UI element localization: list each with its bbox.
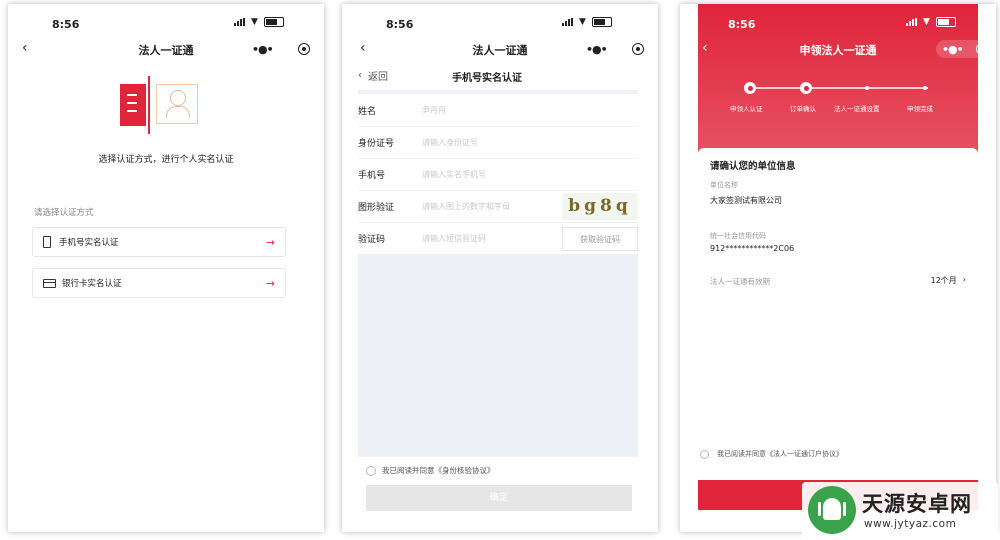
wifi-icon: ▼ (923, 17, 930, 27)
id-card-illustration-icon (120, 76, 202, 134)
step-pending-icon (865, 86, 869, 90)
step-done-icon (800, 82, 812, 94)
mini-program-capsule[interactable]: •●• (936, 40, 994, 58)
company-label: 单位名称 (710, 181, 738, 189)
status-icons: ▼ (562, 17, 612, 27)
phone-icon (43, 236, 51, 248)
name-field[interactable]: 尹丹丹 (422, 105, 446, 116)
signal-icon (234, 18, 245, 26)
validity-selector[interactable]: 12个月 › (931, 275, 966, 286)
hero-text: 选择认证方式，进行个人实名认证 (98, 155, 234, 165)
step-label: 订单确认 (790, 105, 816, 113)
form-blank-area (358, 255, 638, 457)
captcha-input[interactable]: 请输入图上的数字和字母 (422, 201, 510, 212)
field-label: 验证码 (358, 235, 386, 245)
chevron-right-icon: › (962, 275, 966, 284)
signal-icon (562, 18, 573, 26)
step-done-icon (744, 82, 756, 94)
more-icon[interactable]: •●• (942, 43, 964, 56)
logo-icon (808, 486, 856, 534)
step-label: 申领完成 (907, 105, 933, 113)
signal-icon (906, 18, 917, 26)
status-time: 8:56 (386, 18, 414, 31)
screen-phone-verify: 8:56 ▼ ‹ 法人一证通 •●• ‹ 返回 手机号实名认证 姓名 尹丹丹 身… (342, 4, 658, 532)
status-icons: ▼ (906, 17, 956, 27)
name-row: 姓名 尹丹丹 (358, 95, 638, 127)
wifi-icon: ▼ (579, 17, 586, 27)
agreement-row[interactable]: 我已阅读并同意《身份核验协议》 (366, 465, 495, 476)
field-label: 身份证号 (358, 139, 395, 149)
status-time: 8:56 (728, 18, 756, 31)
divider (358, 90, 638, 94)
id-row: 身份证号 请输入身份证号 (358, 127, 638, 159)
radio-icon[interactable] (366, 465, 376, 476)
section-label: 请选择认证方式 (34, 208, 94, 218)
field-label: 图形验证 (358, 203, 395, 213)
phone-row: 手机号 请输入实名手机号 (358, 159, 638, 191)
battery-icon (591, 17, 612, 27)
phone-input[interactable]: 请输入实名手机号 (422, 169, 486, 180)
status-time: 8:56 (52, 18, 80, 31)
agreement-text: 我已阅读并同意《法人一证通订户协议》 (717, 450, 843, 458)
back-link[interactable]: ‹ 返回 (358, 68, 388, 83)
watermark: 天源安卓网 www.jytyaz.com (802, 482, 998, 538)
close-target-icon[interactable] (632, 43, 644, 55)
close-target-icon[interactable] (298, 43, 310, 55)
wifi-icon: ▼ (251, 17, 258, 27)
sms-code-input[interactable]: 请输入短信验证码 (422, 233, 486, 244)
step-pending-icon (923, 86, 927, 90)
method-label: 银行卡实名认证 (62, 279, 122, 289)
agreement-row[interactable]: 我已阅读并同意《法人一证通订户协议》 (700, 449, 843, 459)
screen-apply: 8:56 ▼ ‹ 申领法人一证通 •●• 申领人认证 订单确认 法人一证通设置 … (680, 4, 996, 532)
captcha-row: 图形验证 请输入图上的数字和字母 bg8q (358, 191, 638, 223)
id-number-input[interactable]: 请输入身份证号 (422, 137, 478, 148)
watermark-brand: 天源安卓网 (862, 492, 972, 516)
credit-label: 统一社会信用代码 (710, 232, 766, 240)
battery-icon (263, 17, 284, 27)
credit-value: 912************2C06 (710, 244, 795, 253)
confirm-button[interactable]: 确定 (366, 485, 632, 511)
field-label: 姓名 (358, 107, 377, 117)
company-value: 大家签测试有限公司 (710, 196, 782, 205)
mini-program-capsule[interactable]: •●• (586, 40, 644, 58)
arrow-right-icon: → (265, 276, 275, 290)
get-code-button[interactable]: 获取验证码 (562, 226, 638, 251)
radio-icon[interactable] (700, 449, 709, 459)
method-label: 手机号实名认证 (59, 238, 119, 248)
more-icon[interactable]: •●• (252, 43, 274, 56)
screen-cert-method: 8:56 ▼ ‹ 法人一证通 •●• 选择认证方式，进行个人实名认证 请选择认证… (8, 4, 324, 532)
step-label: 法人一证通设置 (834, 105, 880, 113)
back-label: 返回 (368, 72, 388, 83)
card-icon (43, 278, 56, 288)
chevron-left-icon: ‹ (358, 70, 362, 81)
method-card-button[interactable]: 银行卡实名认证 → (32, 268, 286, 298)
field-label: 手机号 (358, 171, 386, 181)
sms-row: 验证码 请输入短信验证码 获取验证码 (358, 223, 638, 255)
step-label: 申领人认证 (730, 105, 763, 113)
battery-icon (935, 17, 956, 27)
mini-program-capsule[interactable]: •●• (252, 40, 310, 58)
card-title: 请确认您的单位信息 (710, 161, 796, 172)
validity-value: 12个月 (930, 276, 957, 285)
method-phone-button[interactable]: 手机号实名认证 → (32, 227, 286, 257)
subtitle: 手机号实名认证 (452, 73, 522, 84)
agreement-text: 我已阅读并同意《身份核验协议》 (382, 466, 495, 475)
stepper-line (752, 87, 928, 89)
close-target-icon[interactable] (976, 43, 988, 55)
status-icons: ▼ (234, 17, 284, 27)
captcha-image[interactable]: bg8q (562, 193, 638, 220)
arrow-right-icon: → (265, 235, 275, 249)
watermark-url: www.jytyaz.com (864, 518, 957, 530)
more-icon[interactable]: •●• (586, 43, 608, 56)
validity-label: 法人一证通有效期 (710, 277, 770, 286)
